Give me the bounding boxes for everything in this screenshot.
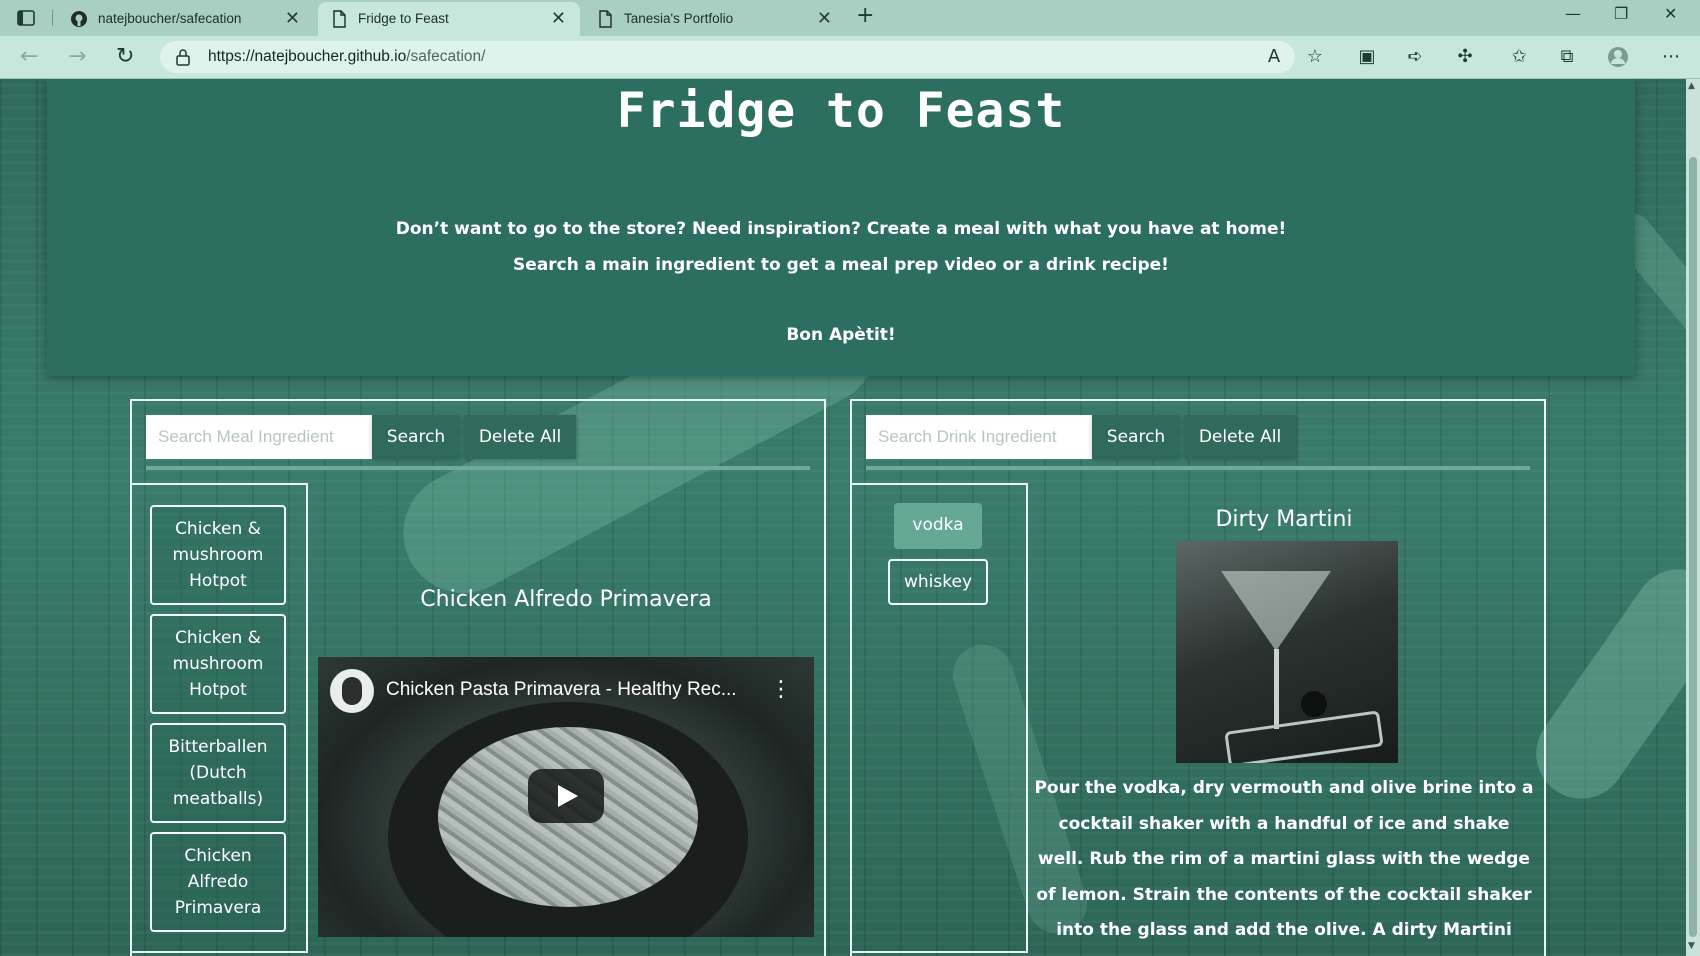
drink-panel: Search Delete All vodka whiskey Dirty Ma… [850, 399, 1546, 956]
meal-delete-all-button[interactable]: Delete All [464, 415, 576, 459]
tab-label: Tanesia's Portfolio [624, 11, 734, 26]
meal-history-list: Chicken & mushroom Hotpot Chicken & mush… [132, 483, 308, 953]
address-bar[interactable]: https://natejboucher.github.io/safecatio… [160, 41, 1295, 73]
new-tab-icon[interactable]: + [856, 3, 874, 28]
drink-image [1176, 541, 1398, 763]
video-player[interactable]: Chicken Pasta Primavera - Healthy Rec...… [318, 657, 814, 937]
drink-instructions: Pour the vodka, dry vermouth and olive b… [1034, 778, 1534, 956]
url-text: https://natejboucher.github.io/safecatio… [208, 48, 485, 66]
lock-icon [176, 48, 190, 70]
browser-tab-strip: natejboucher/safecation ✕ Fridge to Feas… [0, 0, 1700, 36]
hero-tagline: Don’t want to go to the store? Need insp… [395, 219, 1287, 239]
page-scrollbar[interactable]: ▲ ▼ [1686, 79, 1700, 956]
restore-icon[interactable]: ❐ [1614, 4, 1628, 23]
meal-search-button[interactable]: Search [372, 415, 460, 459]
meal-panel: Search Delete All Chicken & mushroom Hot… [130, 399, 826, 956]
forward-icon[interactable]: → [68, 44, 86, 69]
tab-github[interactable]: natejboucher/safecation ✕ [58, 2, 314, 36]
tab-label: natejboucher/safecation [98, 11, 242, 26]
tab-label: Fridge to Feast [358, 11, 449, 26]
favorites-icon[interactable]: ✩ [1508, 46, 1530, 68]
drink-delete-all-button[interactable]: Delete All [1184, 415, 1296, 459]
add-favorite-icon[interactable]: ☆ [1304, 46, 1326, 68]
hero-banner: Fridge to Feast Don’t want to go to the … [47, 79, 1635, 376]
martini-glass [1221, 571, 1331, 651]
page-icon [596, 10, 614, 28]
url-path: /safecation/ [406, 48, 486, 65]
extension-icon[interactable]: ▣ [1356, 46, 1378, 68]
github-icon [70, 10, 88, 28]
share-icon[interactable]: ➪ [1404, 46, 1426, 68]
scroll-down-icon[interactable]: ▼ [1688, 941, 1695, 951]
drink-history-item[interactable]: whiskey [888, 559, 988, 605]
close-tab-icon[interactable]: ✕ [551, 8, 566, 29]
hero-instructions: Search a main ingredient to get a meal p… [513, 255, 1169, 275]
scroll-up-icon[interactable]: ▲ [1688, 81, 1695, 91]
drink-search-input[interactable] [866, 415, 1092, 459]
martini-stem [1274, 649, 1279, 729]
play-button-icon[interactable] [528, 769, 604, 823]
tab-fridge-to-feast[interactable]: Fridge to Feast ✕ [318, 2, 580, 36]
hero-greeting: Bon Apètit! [786, 325, 896, 345]
url-domain: https://natejboucher.github.io [208, 48, 407, 65]
refresh-icon[interactable]: ↻ [116, 44, 134, 69]
drink-search-button[interactable]: Search [1092, 415, 1180, 459]
extensions-puzzle-icon[interactable]: ✣ [1454, 46, 1476, 68]
page-content: Fridge to Feast Don’t want to go to the … [0, 79, 1686, 956]
meal-result-title: Chicken Alfredo Primavera [420, 587, 712, 612]
video-title[interactable]: Chicken Pasta Primavera - Healthy Rec... [386, 679, 737, 701]
drink-history-item[interactable]: vodka [894, 503, 982, 549]
meal-history-item[interactable]: Bitterballen (Dutch meatballs) [150, 723, 286, 823]
meal-search-input[interactable] [146, 415, 372, 459]
page-icon [330, 10, 348, 28]
more-menu-icon[interactable]: ⋯ [1660, 46, 1682, 68]
olive [1301, 691, 1327, 717]
close-tab-icon[interactable]: ✕ [285, 8, 300, 29]
profile-avatar[interactable] [1607, 46, 1629, 68]
meal-history-item[interactable]: Chicken & mushroom Hotpot [150, 614, 286, 714]
page-title: Fridge to Feast [616, 83, 1066, 139]
minimize-icon[interactable]: — [1565, 4, 1581, 23]
collections-icon[interactable]: ⧉ [1556, 46, 1578, 68]
back-icon[interactable]: ← [20, 44, 38, 69]
divider [146, 466, 810, 470]
drink-history-list: vodka whiskey [852, 483, 1028, 953]
scrollbar-thumb[interactable] [1689, 157, 1697, 937]
meal-history-item[interactable]: Chicken & mushroom Hotpot [150, 505, 286, 605]
close-window-icon[interactable]: ✕ [1664, 4, 1677, 23]
meal-history-item[interactable]: Chicken Alfredo Primavera [150, 832, 286, 932]
tray [1224, 710, 1384, 763]
channel-avatar[interactable] [330, 669, 374, 713]
address-toolbar: ← → ↻ https://natejboucher.github.io/saf… [0, 36, 1700, 79]
tab-portfolio[interactable]: Tanesia's Portfolio ✕ [584, 2, 846, 36]
read-aloud-icon[interactable]: A [1263, 46, 1285, 68]
close-tab-icon[interactable]: ✕ [817, 8, 832, 29]
video-more-icon[interactable]: ⋮ [770, 677, 792, 702]
tab-separator [52, 10, 53, 26]
tab-actions-icon[interactable] [16, 8, 36, 28]
drink-result-title: Dirty Martini [1215, 507, 1353, 532]
divider [866, 466, 1530, 470]
